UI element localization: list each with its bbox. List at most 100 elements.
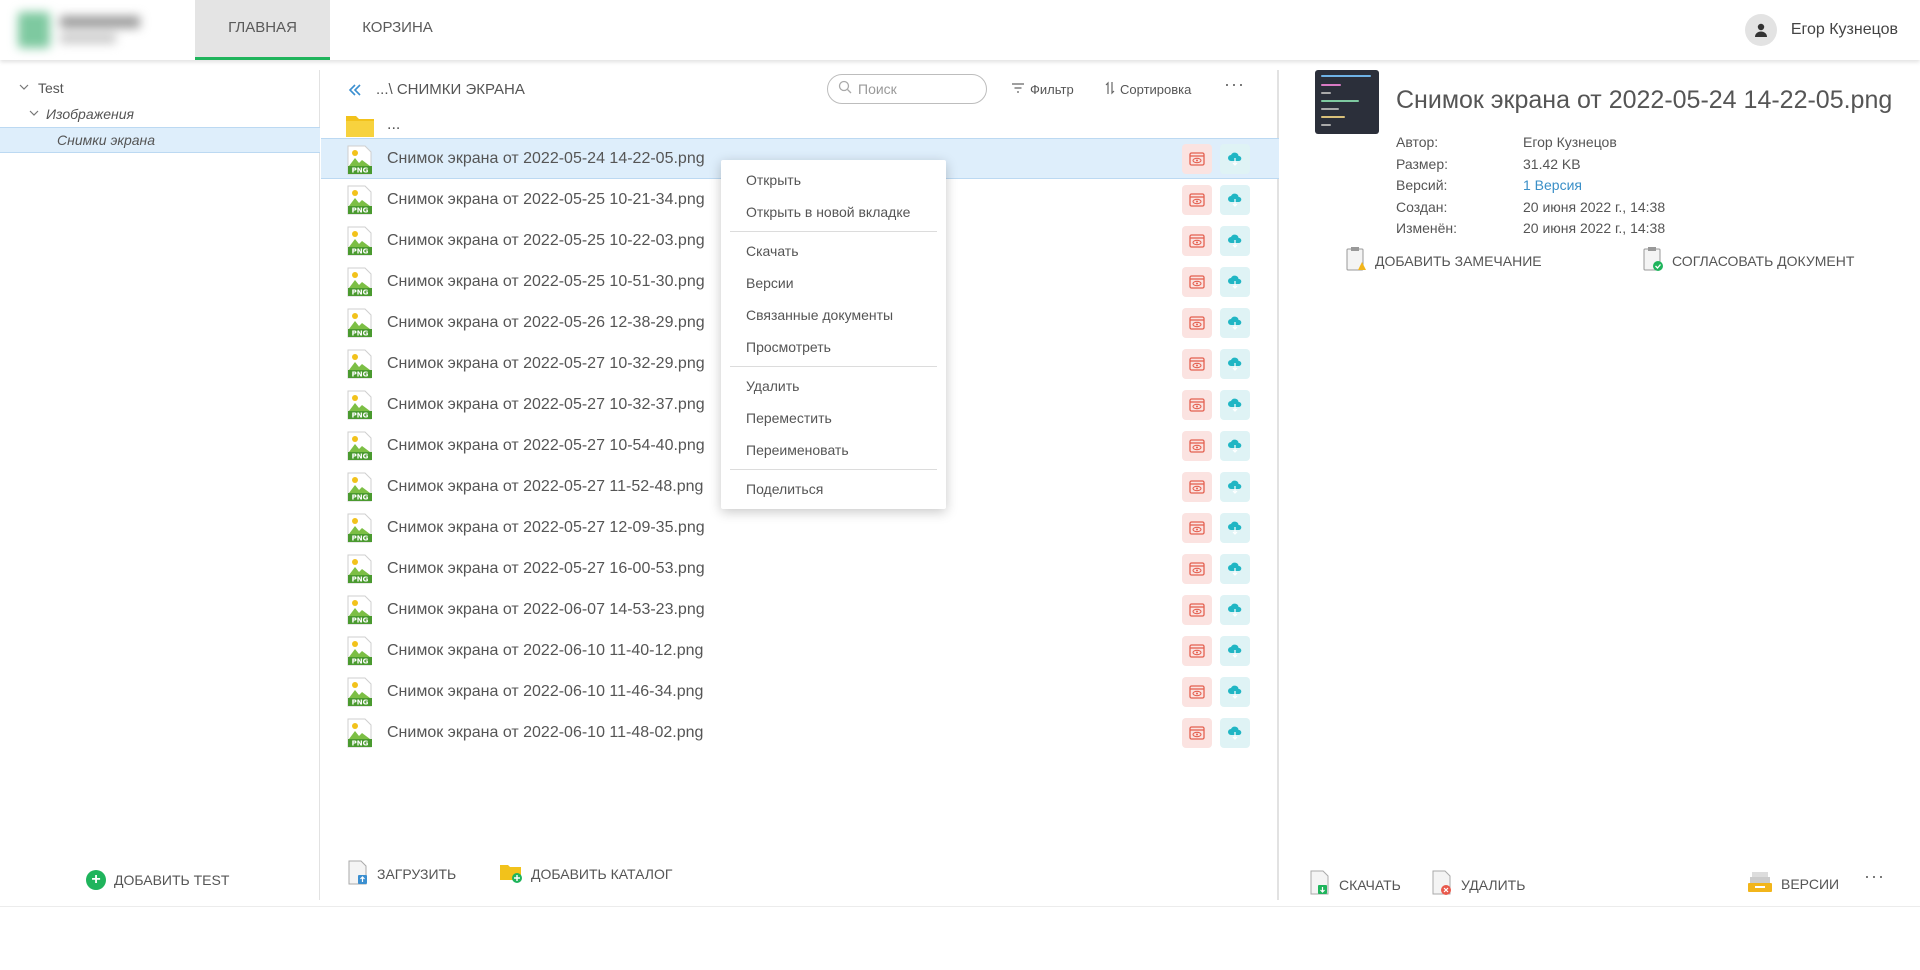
double-chevron-left-icon[interactable] (347, 82, 367, 102)
breadcrumb[interactable]: ...\ СНИМКИ ЭКРАНА (376, 75, 525, 105)
preview-icon[interactable] (1182, 266, 1212, 297)
tree-item-screenshots[interactable]: Снимки экрана (0, 127, 320, 153)
clipboard-check-icon (1642, 246, 1664, 275)
file-name: Снимок экрана от 2022-05-27 10-32-37.png (387, 395, 705, 413)
cloud-download-icon[interactable] (1220, 471, 1250, 502)
details-more-button[interactable]: ··· (1864, 866, 1885, 887)
file-name: Снимок экрана от 2022-05-27 11-52-48.png (387, 477, 704, 495)
file-name: Снимок экрана от 2022-06-07 14-53-23.png (387, 600, 705, 618)
search-input[interactable] (858, 81, 968, 97)
more-button[interactable]: ··· (1224, 74, 1245, 95)
svg-text:PNG: PNG (352, 412, 369, 420)
context-menu-item[interactable]: Связанные документы (721, 299, 946, 331)
file-name: Снимок экрана от 2022-05-27 10-54-40.png (387, 436, 705, 454)
file-row[interactable]: PNG Снимок экрана от 2022-05-27 12-09-35.… (321, 507, 1279, 548)
delete-button[interactable]: УДАЛИТЬ (1431, 870, 1525, 899)
context-menu-item[interactable]: Просмотреть (721, 331, 946, 363)
preview-icon[interactable] (1182, 348, 1212, 379)
png-file-icon: PNG (347, 349, 373, 379)
sort-button[interactable]: Сортировка (1105, 79, 1191, 99)
add-note-button[interactable]: ДОБАВИТЬ ЗАМЕЧАНИЕ (1345, 246, 1542, 275)
cloud-download-icon[interactable] (1220, 635, 1250, 666)
versions-stack-icon (1747, 870, 1773, 897)
user-menu[interactable]: Егор Кузнецов (1744, 12, 1898, 48)
cloud-download-icon[interactable] (1220, 143, 1250, 174)
preview-icon[interactable] (1182, 307, 1212, 338)
preview-icon[interactable] (1182, 594, 1212, 625)
user-icon (1744, 14, 1777, 46)
tree-item-label: Изображения (46, 106, 134, 122)
filter-label: Фильтр (1030, 81, 1074, 97)
preview-icon[interactable] (1182, 717, 1212, 748)
preview-icon[interactable] (1182, 430, 1212, 461)
file-row[interactable]: PNG Снимок экрана от 2022-06-07 14-53-23.… (321, 589, 1279, 630)
chevron-down-icon[interactable] (18, 82, 30, 94)
context-menu-item[interactable]: Переместить (721, 402, 946, 434)
preview-icon[interactable] (1182, 471, 1212, 502)
meta-row: Автор: Егор Кузнецов (1396, 134, 1665, 156)
upload-button[interactable]: ЗАГРУЗИТЬ (347, 860, 456, 888)
meta-value: 20 июня 2022 г., 14:38 (1523, 198, 1666, 215)
cloud-download-icon[interactable] (1220, 676, 1250, 707)
context-menu-item[interactable]: Поделиться (721, 473, 946, 505)
cloud-download-icon[interactable] (1220, 225, 1250, 256)
context-menu-item[interactable]: Открыть (721, 164, 946, 196)
preview-icon[interactable] (1182, 512, 1212, 543)
cloud-download-icon[interactable] (1220, 307, 1250, 338)
preview-icon[interactable] (1182, 225, 1212, 256)
cloud-download-icon[interactable] (1220, 553, 1250, 584)
tab-main[interactable]: ГЛАВНАЯ (195, 0, 330, 60)
search-box[interactable] (827, 74, 987, 104)
chevron-down-icon[interactable] (28, 108, 40, 120)
cloud-download-icon[interactable] (1220, 184, 1250, 215)
app-logo[interactable] (14, 8, 150, 52)
svg-text:PNG: PNG (352, 617, 369, 625)
cloud-download-icon[interactable] (1220, 348, 1250, 379)
add-test-button[interactable]: + ДОБАВИТЬ TEST (86, 870, 229, 890)
preview-icon[interactable] (1182, 676, 1212, 707)
tab-trash[interactable]: КОРЗИНА (345, 0, 450, 60)
cloud-download-icon[interactable] (1220, 266, 1250, 297)
context-menu-item[interactable]: Скачать (721, 235, 946, 267)
clipboard-warning-icon (1345, 246, 1367, 275)
file-row[interactable]: PNG Снимок экрана от 2022-06-10 11-40-12.… (321, 630, 1279, 671)
context-menu-item[interactable]: Открыть в новой вкладке (721, 196, 946, 228)
preview-icon[interactable] (1182, 553, 1212, 584)
meta-key: Автор: (1396, 134, 1439, 150)
context-menu-item[interactable]: Версии (721, 267, 946, 299)
context-menu: Открыть Открыть в новой вкладке Скачать Вер… (721, 160, 946, 509)
svg-text:PNG: PNG (352, 699, 369, 707)
png-file-icon: PNG (347, 718, 373, 748)
preview-icon[interactable] (1182, 143, 1212, 174)
versions-link[interactable]: 1 Версия (1523, 177, 1582, 199)
menu-divider (730, 366, 937, 367)
context-menu-item[interactable]: Удалить (721, 370, 946, 402)
cloud-download-icon[interactable] (1220, 594, 1250, 625)
cloud-download-icon[interactable] (1220, 430, 1250, 461)
filter-button[interactable]: Фильтр (1011, 79, 1074, 99)
svg-text:PNG: PNG (352, 658, 369, 666)
png-file-icon: PNG (347, 513, 373, 543)
preview-icon[interactable] (1182, 635, 1212, 666)
tree-item-test[interactable]: Test (0, 75, 320, 101)
file-name: Снимок экрана от 2022-06-10 11-46-34.png (387, 682, 704, 700)
add-folder-button[interactable]: ДОБАВИТЬ КАТАЛОГ (499, 860, 672, 888)
download-button[interactable]: СКАЧАТЬ (1309, 870, 1401, 899)
footer-copyright-blurred (20, 933, 157, 948)
sort-label: Сортировка (1120, 81, 1192, 97)
file-row[interactable]: PNG Снимок экрана от 2022-05-27 16-00-53.… (321, 548, 1279, 589)
cloud-download-icon[interactable] (1220, 512, 1250, 543)
file-row[interactable]: PNG Снимок экрана от 2022-06-10 11-48-02.… (321, 712, 1279, 753)
cloud-download-icon[interactable] (1220, 717, 1250, 748)
file-row[interactable]: PNG Снимок экрана от 2022-06-10 11-46-34.… (321, 671, 1279, 712)
context-menu-item[interactable]: Переименовать (721, 434, 946, 466)
file-thumbnail[interactable] (1315, 70, 1379, 134)
png-file-icon: PNG (347, 185, 373, 215)
preview-icon[interactable] (1182, 389, 1212, 420)
approve-button[interactable]: СОГЛАСОВАТЬ ДОКУМЕНТ (1642, 246, 1854, 275)
cloud-download-icon[interactable] (1220, 389, 1250, 420)
versions-button[interactable]: ВЕРСИИ (1747, 870, 1839, 897)
tree-item-images[interactable]: Изображения (0, 101, 320, 127)
png-file-icon: PNG (347, 431, 373, 461)
preview-icon[interactable] (1182, 184, 1212, 215)
